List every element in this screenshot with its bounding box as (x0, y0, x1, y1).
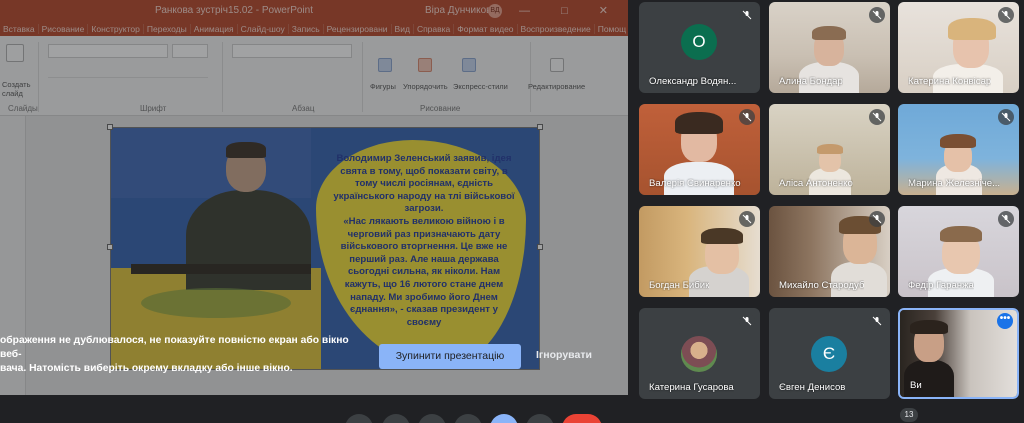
mic-off-icon (869, 7, 885, 23)
participant-name: Валерія Свинаренко (649, 178, 741, 189)
captions-button[interactable] (418, 414, 446, 423)
participant-tile[interactable]: Михайло Стародуб (769, 206, 890, 297)
participant-tile[interactable]: Катерина Конвісар (898, 2, 1019, 93)
participant-tile[interactable]: Богдан Бибик (639, 206, 760, 297)
present-button[interactable] (490, 414, 518, 423)
more-options-button[interactable] (526, 414, 554, 423)
mic-off-icon (869, 109, 885, 125)
mic-off-icon (998, 109, 1014, 125)
participant-name: Євген Денисов (779, 382, 846, 393)
mic-off-icon (739, 313, 755, 329)
mic-off-icon (998, 211, 1014, 227)
mic-off-icon (869, 313, 885, 329)
participant-name: Катерина Гусарова (649, 382, 734, 393)
participant-count-badge: 13 (900, 408, 918, 422)
participant-name: Олександр Водян... (649, 76, 737, 87)
participant-tile[interactable]: Катерина Гусарова (639, 308, 760, 399)
mic-off-icon (739, 211, 755, 227)
participant-name: Катерина Конвісар (908, 76, 992, 87)
participant-tile[interactable]: Алина Бондар (769, 2, 890, 93)
mic-off-icon (998, 7, 1014, 23)
participant-tile[interactable]: Є Євген Денисов (769, 308, 890, 399)
ignore-button[interactable]: Ігнорувати (536, 349, 592, 361)
participant-avatar-photo (681, 336, 717, 372)
participant-name: Марина Железнічe... (908, 178, 1001, 189)
participant-tile[interactable]: Марина Железнічe... (898, 104, 1019, 195)
mic-toggle-button[interactable] (345, 414, 373, 423)
mic-off-icon (869, 211, 885, 227)
participant-avatar: Є (811, 336, 847, 372)
mic-off-icon (739, 7, 755, 23)
participant-name: Аліса Антоненко (779, 178, 853, 189)
participant-tile[interactable]: Валерія Свинаренко (639, 104, 760, 195)
share-warning-text: ображення не дублювалося, не показуйте п… (0, 335, 349, 374)
participant-tile[interactable]: О Олександр Водян... (639, 2, 760, 93)
meet-window: Ранкова зустріч15.02 - PowerPoint Віра Д… (0, 0, 1024, 423)
participant-tile[interactable]: Аліса Антоненко (769, 104, 890, 195)
participant-tile[interactable]: Федір Гаранжа (898, 206, 1019, 297)
self-more-options-button[interactable]: ••• (997, 313, 1013, 329)
participant-name: Михайло Стародуб (779, 280, 865, 291)
participant-name: Богдан Бибик (649, 280, 710, 291)
stop-presentation-button[interactable]: Зупинити презентацію (379, 344, 521, 369)
self-tile[interactable]: ••• Ви (898, 308, 1019, 399)
camera-toggle-button[interactable] (382, 414, 410, 423)
participant-name: Алина Бондар (779, 76, 843, 87)
mic-off-icon (739, 109, 755, 125)
participant-name: Федір Гаранжа (908, 280, 974, 291)
leave-call-button[interactable] (562, 414, 602, 423)
raise-hand-button[interactable] (454, 414, 482, 423)
participant-name: Ви (910, 380, 922, 391)
participant-avatar: О (681, 24, 717, 60)
